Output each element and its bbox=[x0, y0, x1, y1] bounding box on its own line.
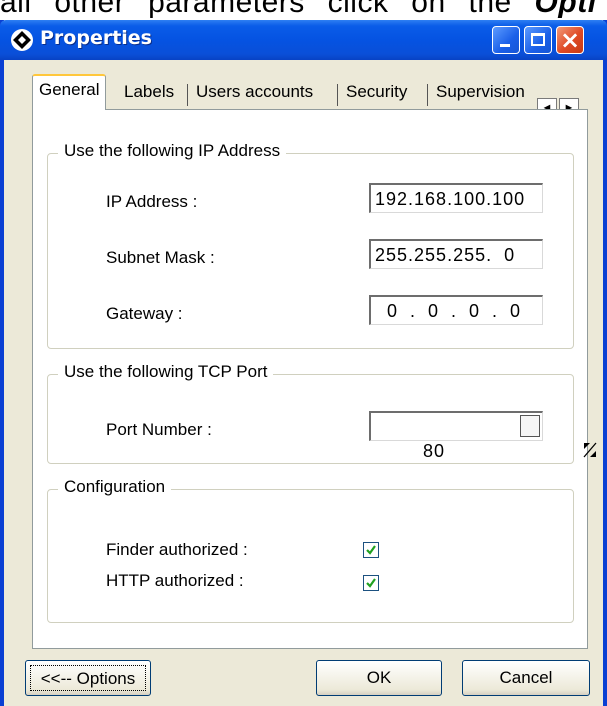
cancel-button[interactable]: Cancel bbox=[462, 660, 590, 696]
gateway-label: Gateway : bbox=[106, 304, 183, 323]
window-title: Properties bbox=[40, 27, 152, 49]
tcp-port-group: Use the following TCP Port Port Number :… bbox=[47, 362, 597, 464]
doc-text-prefix: all other parameters click on the bbox=[0, 0, 512, 19]
close-icon: × bbox=[559, 26, 581, 54]
subnet-mask-label: Subnet Mask : bbox=[106, 248, 215, 267]
network-device-icon bbox=[11, 29, 33, 51]
http-authorized-label: HTTP authorized : bbox=[106, 571, 244, 590]
http-authorized-checkbox[interactable] bbox=[363, 575, 379, 591]
properties-dialog: Properties × General Labels Users accoun… bbox=[0, 20, 607, 706]
ip-address-group: Use the following IP Address IP Address … bbox=[47, 141, 574, 349]
finder-authorized-checkbox[interactable] bbox=[363, 542, 379, 558]
general-tab-panel: Use the following IP Address IP Address … bbox=[32, 109, 597, 649]
tab-general[interactable]: General bbox=[32, 74, 107, 110]
subnet-mask-field[interactable]: 255.255.255. 0 bbox=[369, 239, 543, 269]
tab-users-accounts[interactable]: Users accounts bbox=[190, 78, 319, 109]
port-number-label: Port Number : bbox=[106, 420, 212, 439]
tab-supervision[interactable]: Supervision bbox=[430, 78, 531, 109]
configuration-legend: Configuration bbox=[58, 477, 172, 497]
tab-separator bbox=[187, 84, 188, 106]
background-document-text: all other parameters click on the Opti bbox=[0, 0, 607, 20]
options-button[interactable]: <<-- Options bbox=[25, 660, 151, 696]
options-button-label: <<-- Options bbox=[30, 665, 146, 691]
spinner-arrows-icon[interactable] bbox=[520, 415, 597, 458]
tab-separator bbox=[337, 84, 338, 106]
tab-strip: General Labels Users accounts Security S… bbox=[32, 74, 592, 114]
tab-security[interactable]: Security bbox=[340, 78, 413, 109]
title-bar[interactable]: Properties × bbox=[0, 20, 607, 60]
checkmark-icon bbox=[366, 545, 376, 555]
finder-authorized-label: Finder authorized : bbox=[106, 540, 248, 559]
minimize-button[interactable] bbox=[492, 26, 520, 54]
tab-labels[interactable]: Labels bbox=[118, 78, 180, 109]
checkmark-icon bbox=[366, 578, 376, 588]
doc-text-emphasis: Opti bbox=[534, 0, 597, 19]
ip-address-label: IP Address : bbox=[106, 192, 198, 211]
gateway-field[interactable]: 0 . 0 . 0 . 0 bbox=[369, 295, 543, 325]
ok-button[interactable]: OK bbox=[316, 660, 442, 696]
port-number-field[interactable]: 80 bbox=[369, 411, 597, 461]
ip-group-legend: Use the following IP Address bbox=[58, 141, 287, 161]
maximize-button[interactable] bbox=[524, 26, 552, 54]
port-number-value: 80 bbox=[423, 441, 446, 461]
close-button[interactable]: × bbox=[556, 26, 584, 54]
tab-separator bbox=[427, 84, 428, 106]
tcp-group-legend: Use the following TCP Port bbox=[58, 362, 274, 382]
ip-address-field[interactable]: 192.168.100.100 bbox=[369, 183, 543, 213]
configuration-group: Configuration Finder authorized : HTTP a… bbox=[47, 477, 574, 623]
